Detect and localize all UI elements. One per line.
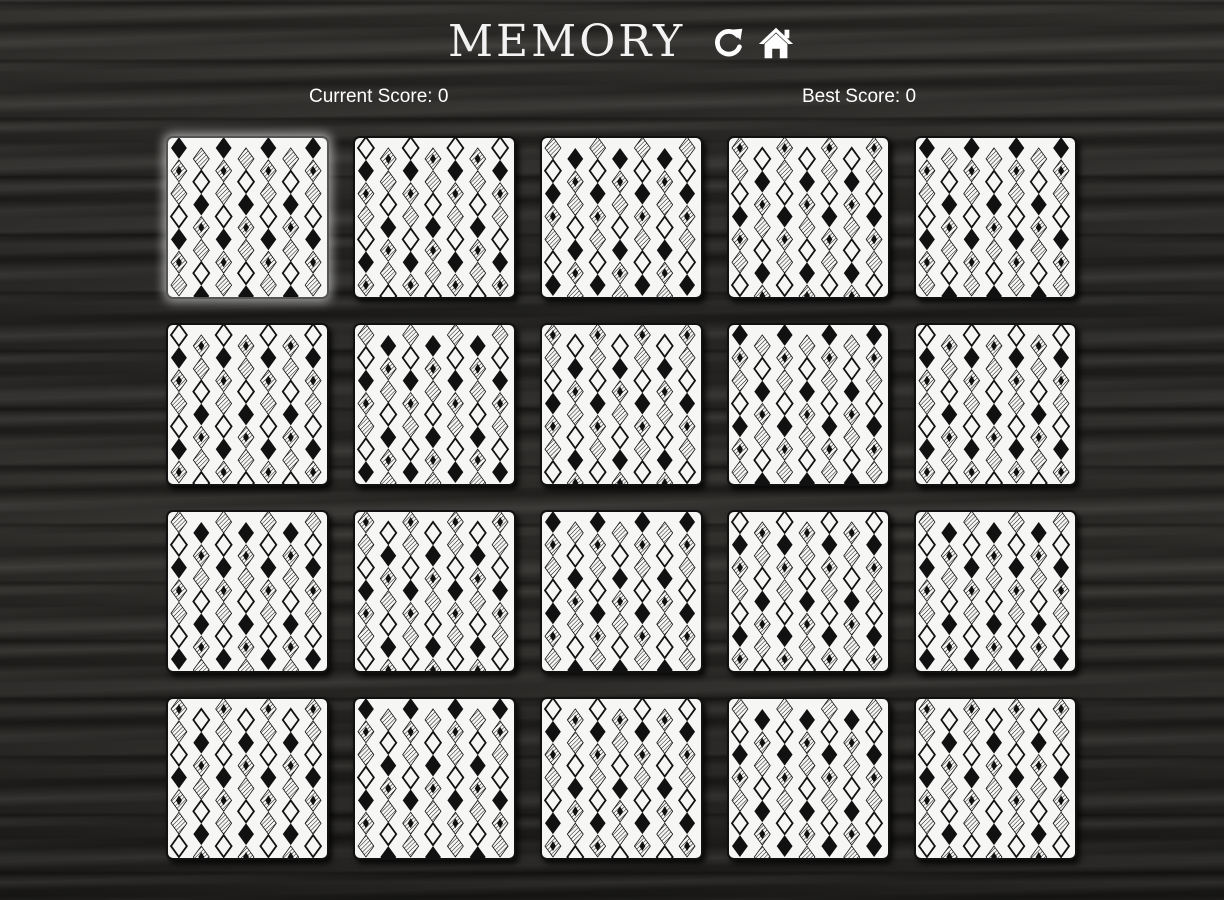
card-back-pattern <box>730 138 884 297</box>
card-back-pattern <box>917 512 1071 671</box>
card-grid <box>166 136 1078 860</box>
card-back-pattern <box>169 138 323 297</box>
memory-card[interactable] <box>353 697 516 860</box>
card-back-pattern <box>543 699 697 858</box>
card-back-pattern <box>356 699 510 858</box>
memory-card[interactable] <box>914 510 1077 673</box>
card-back-pattern <box>917 699 1071 858</box>
card-back-pattern <box>543 325 697 484</box>
memory-card[interactable] <box>727 136 890 299</box>
page-title: MEMORY <box>448 16 686 67</box>
card-back-pattern <box>169 699 323 858</box>
memory-card[interactable] <box>166 136 329 299</box>
card-back-pattern <box>543 512 697 671</box>
memory-card[interactable] <box>727 697 890 860</box>
card-back-pattern <box>917 138 1071 297</box>
memory-card[interactable] <box>540 510 703 673</box>
card-back-pattern <box>169 325 323 484</box>
memory-card[interactable] <box>540 697 703 860</box>
memory-card[interactable] <box>166 510 329 673</box>
card-back-pattern <box>356 325 510 484</box>
memory-card[interactable] <box>540 136 703 299</box>
memory-card[interactable] <box>914 136 1077 299</box>
restart-icon[interactable] <box>710 24 748 62</box>
header: MEMORY <box>0 14 1224 74</box>
memory-card[interactable] <box>166 697 329 860</box>
memory-card[interactable] <box>914 697 1077 860</box>
card-back-pattern <box>543 138 697 297</box>
best-score: Best Score: 0 <box>802 86 917 107</box>
card-back-pattern <box>917 325 1071 484</box>
memory-card[interactable] <box>540 323 703 486</box>
memory-card[interactable] <box>727 323 890 486</box>
memory-card[interactable] <box>353 323 516 486</box>
home-icon[interactable] <box>757 24 795 62</box>
current-score: Current Score: 0 <box>309 86 449 107</box>
memory-card[interactable] <box>166 323 329 486</box>
memory-card[interactable] <box>727 510 890 673</box>
memory-card[interactable] <box>353 136 516 299</box>
card-back-pattern <box>730 512 884 671</box>
card-back-pattern <box>356 138 510 297</box>
card-back-pattern <box>169 512 323 671</box>
memory-card[interactable] <box>353 510 516 673</box>
memory-card[interactable] <box>914 323 1077 486</box>
card-back-pattern <box>730 699 884 858</box>
card-back-pattern <box>730 325 884 484</box>
card-back-pattern <box>356 512 510 671</box>
